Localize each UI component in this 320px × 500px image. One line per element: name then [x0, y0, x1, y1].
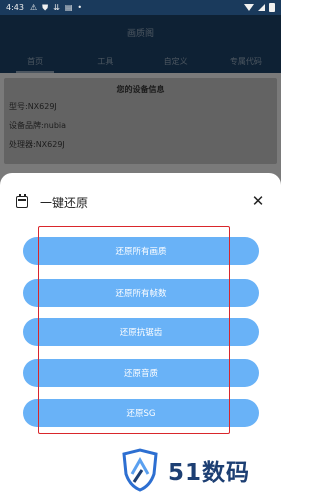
tab-home[interactable]: 首页	[0, 49, 70, 73]
app-title: 画质阁	[126, 28, 154, 39]
download-icon: ⇊	[53, 3, 60, 12]
tab-custom[interactable]: 自定义	[141, 49, 211, 73]
restore-antialiasing-button[interactable]: 还原抗锯齿	[23, 318, 259, 346]
sim-icon: ▤	[64, 3, 73, 12]
calendar-icon	[16, 194, 28, 208]
device-brand: 设备品牌:nubia	[9, 121, 67, 130]
status-time: 4:43	[6, 3, 24, 12]
battery-icon	[269, 3, 275, 12]
sheet-header: 一键还原 ✕	[0, 173, 281, 215]
watermark: 51数码	[120, 448, 250, 492]
close-button[interactable]: ✕	[249, 192, 267, 210]
restore-audio-button[interactable]: 还原音质	[23, 359, 259, 387]
app-title-bar: 画质阁	[0, 15, 281, 49]
signal-icon	[258, 4, 265, 11]
restore-sg-button[interactable]: 还原SG	[23, 399, 259, 427]
warning-icon: ⚠	[29, 3, 38, 12]
watermark-shield-icon	[122, 448, 158, 492]
restore-all-quality-button[interactable]: 还原所有画质	[23, 237, 259, 265]
wifi-icon	[244, 4, 254, 11]
status-bar: 4:43 ⚠ ⛊ ⇊ ▤ •	[0, 0, 281, 15]
device-info-card: 您的设备信息 型号:NX629J 设备品牌:nubia 处理器:NX629J	[4, 78, 277, 164]
shield-icon: ⛊	[42, 2, 49, 12]
watermark-text: 51数码	[168, 460, 251, 486]
tab-bar: 首页 工具 自定义 专属代码	[0, 49, 281, 73]
sheet-title: 一键还原	[40, 196, 89, 210]
tab-tools[interactable]: 工具	[70, 49, 140, 73]
restore-all-framerate-button[interactable]: 还原所有帧数	[23, 279, 259, 307]
device-processor: 处理器:NX629J	[9, 140, 65, 149]
tab-exclusive-code[interactable]: 专属代码	[211, 49, 281, 73]
device-info-title: 您的设备信息	[116, 85, 165, 94]
dot-icon: •	[77, 3, 83, 12]
device-model: 型号:NX629J	[9, 102, 57, 111]
